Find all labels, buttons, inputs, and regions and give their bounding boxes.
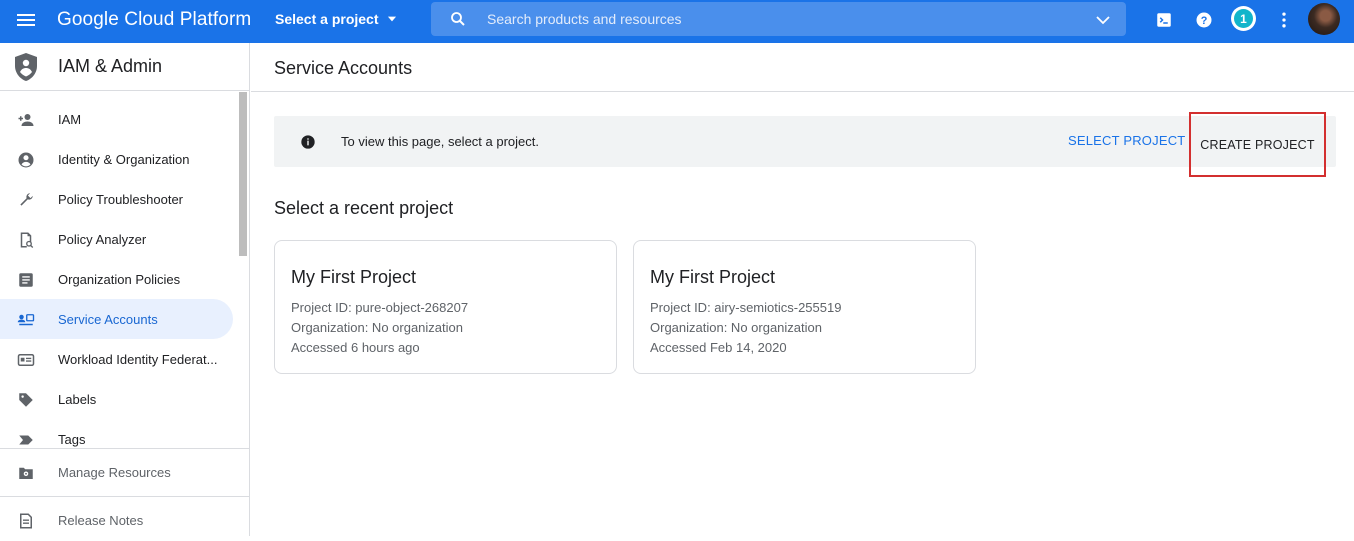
sidebar-item-manage-resources[interactable]: Manage Resources <box>0 453 249 493</box>
project-id: Project ID: airy-semiotics-255519 <box>650 300 842 315</box>
project-card[interactable]: My First Project Project ID: airy-semiot… <box>633 240 976 374</box>
shield-icon <box>15 52 37 81</box>
project-selector[interactable]: Select a project <box>275 11 399 27</box>
policy-analyzer-icon <box>17 231 35 249</box>
page-title: Service Accounts <box>274 58 413 78</box>
sidebar-item-organization-policies[interactable]: Organization Policies <box>0 259 233 299</box>
tag-arrow-icon <box>17 431 35 448</box>
recent-projects-title: Select a recent project <box>274 198 454 218</box>
avatar[interactable] <box>1308 3 1340 35</box>
sidebar-item-policy-troubleshooter[interactable]: Policy Troubleshooter <box>0 179 233 219</box>
project-id: Project ID: pure-object-268207 <box>291 300 469 315</box>
sidebar-item-label: Policy Troubleshooter <box>58 192 184 207</box>
account-circle-icon <box>17 151 35 169</box>
dropdown-arrow-icon <box>387 16 396 22</box>
sidebar-item-label: Organization Policies <box>58 272 181 287</box>
list-document-icon <box>17 271 35 289</box>
project-selector-label: Select a project <box>275 11 379 27</box>
top-app-bar: Google Cloud Platform Select a project ?… <box>0 0 1354 43</box>
banner-message: To view this page, select a project. <box>341 134 539 149</box>
label-tag-icon <box>17 391 35 409</box>
sidebar-item-workload-identity-federation[interactable]: Workload Identity Federat... <box>0 339 233 379</box>
sidebar-item-label: Service Accounts <box>58 312 158 327</box>
product-logo[interactable]: Google Cloud Platform <box>57 9 251 31</box>
release-notes-icon <box>17 512 35 530</box>
side-navigation: IAM & Admin IAM Identity & Organization … <box>0 43 250 536</box>
sidebar-item-policy-analyzer[interactable]: Policy Analyzer <box>0 219 233 259</box>
sidebar-item-label: Release Notes <box>58 513 144 528</box>
project-accessed: Accessed Feb 14, 2020 <box>650 340 787 355</box>
id-card-icon <box>17 351 35 369</box>
search-icon[interactable] <box>449 10 467 28</box>
sidebar-item-label: Tags <box>58 432 86 447</box>
project-name: My First Project <box>650 267 776 287</box>
search-input[interactable] <box>487 2 1077 36</box>
sidenav-list: IAM Identity & Organization Policy Troub… <box>0 99 238 448</box>
sidenav-footer-release: Release Notes <box>0 496 249 536</box>
sidebar-item-tags[interactable]: Tags <box>0 419 233 448</box>
select-project-button[interactable]: SELECT PROJECT <box>1068 133 1185 148</box>
select-project-banner: To view this page, select a project. SEL… <box>274 112 1336 177</box>
cloud-shell-icon[interactable] <box>1152 8 1176 32</box>
sidebar-item-label: IAM <box>58 112 82 127</box>
info-icon <box>301 135 315 149</box>
sidebar-item-label: Workload Identity Federat... <box>58 352 218 367</box>
svg-text:?: ? <box>1201 15 1208 27</box>
service-account-icon <box>17 311 35 329</box>
sidebar-item-identity-organization[interactable]: Identity & Organization <box>0 139 233 179</box>
sidebar-item-service-accounts[interactable]: Service Accounts <box>0 299 233 339</box>
notifications-badge[interactable]: 1 <box>1231 6 1256 31</box>
sidebar-item-labels[interactable]: Labels <box>0 379 233 419</box>
sidenav-title: IAM & Admin <box>58 56 163 76</box>
page-header: Service Accounts <box>251 43 1354 92</box>
chevron-down-icon[interactable] <box>1094 11 1112 29</box>
sidebar-item-label: Manage Resources <box>58 465 171 480</box>
sidenav-header: IAM & Admin <box>0 43 249 91</box>
person-add-icon <box>17 111 35 129</box>
project-organization: Organization: No organization <box>291 320 463 335</box>
sidenav-footer: Manage Resources <box>0 448 249 496</box>
menu-icon[interactable] <box>14 8 38 32</box>
manage-resources-icon <box>17 464 35 482</box>
sidebar-item-label: Identity & Organization <box>58 152 190 167</box>
create-project-button[interactable]: CREATE PROJECT <box>1189 112 1326 177</box>
search-bar <box>431 2 1126 36</box>
project-organization: Organization: No organization <box>650 320 822 335</box>
wrench-icon <box>17 191 35 209</box>
sidebar-item-iam[interactable]: IAM <box>0 99 233 139</box>
project-name: My First Project <box>291 267 417 287</box>
project-card[interactable]: My First Project Project ID: pure-object… <box>274 240 617 374</box>
sidebar-item-label: Labels <box>58 392 97 407</box>
project-accessed: Accessed 6 hours ago <box>291 340 420 355</box>
more-vert-icon[interactable] <box>1272 8 1296 32</box>
sidebar-item-release-notes[interactable]: Release Notes <box>0 501 249 541</box>
notification-count: 1 <box>1234 9 1253 28</box>
sidebar-item-label: Policy Analyzer <box>58 232 147 247</box>
help-icon[interactable]: ? <box>1192 8 1216 32</box>
sidenav-scrollbar[interactable] <box>239 92 247 256</box>
